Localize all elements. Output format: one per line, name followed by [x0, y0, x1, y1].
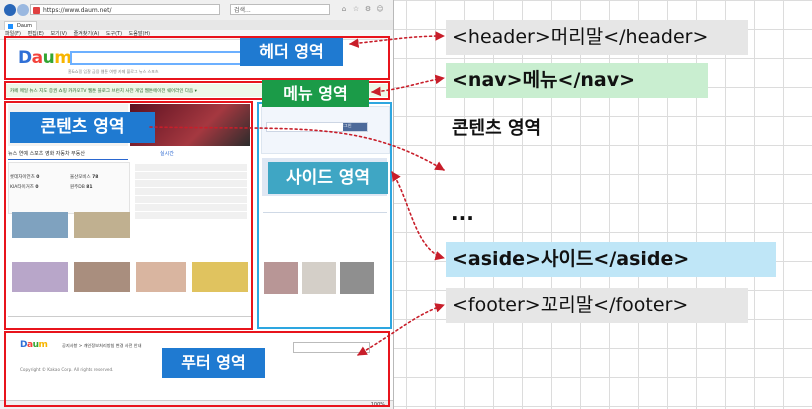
nav-tag: <nav>메뉴</nav> — [446, 63, 708, 98]
ellipsis: ... — [451, 201, 474, 225]
header-tag: <header>머리말</header> — [446, 20, 748, 55]
home-icon[interactable]: ⌂ — [340, 5, 348, 13]
header-region-label: 헤더 영역 — [240, 38, 343, 66]
tab-label: Daum — [17, 23, 32, 29]
nav-region-label: 메뉴 영역 — [262, 80, 369, 107]
tab-row: Daum — [0, 20, 393, 31]
browser-search-box[interactable]: 검색... — [230, 4, 330, 15]
favorites-star-icon[interactable]: ☆ — [352, 5, 360, 13]
content-region-label: 콘텐츠 영역 — [10, 112, 155, 143]
site-favicon-icon — [33, 7, 40, 14]
back-icon[interactable] — [4, 4, 16, 16]
aside-region-label: 사이드 영역 — [268, 162, 388, 194]
content-tag: 콘텐츠 영역 — [452, 118, 542, 139]
forward-icon[interactable] — [17, 4, 29, 16]
aside-connector — [391, 171, 445, 261]
settings-gear-icon[interactable]: ⚙ — [364, 5, 372, 13]
footer-region-label: 푸터 영역 — [162, 348, 265, 378]
footer-tag: <footer>꼬리말</footer> — [446, 288, 748, 323]
address-bar[interactable]: https://www.daum.net/ — [30, 4, 220, 15]
aside-tag: <aside>사이드</aside> — [446, 242, 776, 277]
smiley-icon[interactable]: ☺ — [376, 5, 384, 13]
aside-region-outline — [257, 102, 392, 329]
tab-favicon-icon — [8, 24, 13, 29]
url-text: https://www.daum.net/ — [43, 7, 112, 14]
browser-toolbar: https://www.daum.net/ 검색... ⌂ ☆ ⚙ ☺ — [0, 0, 393, 21]
